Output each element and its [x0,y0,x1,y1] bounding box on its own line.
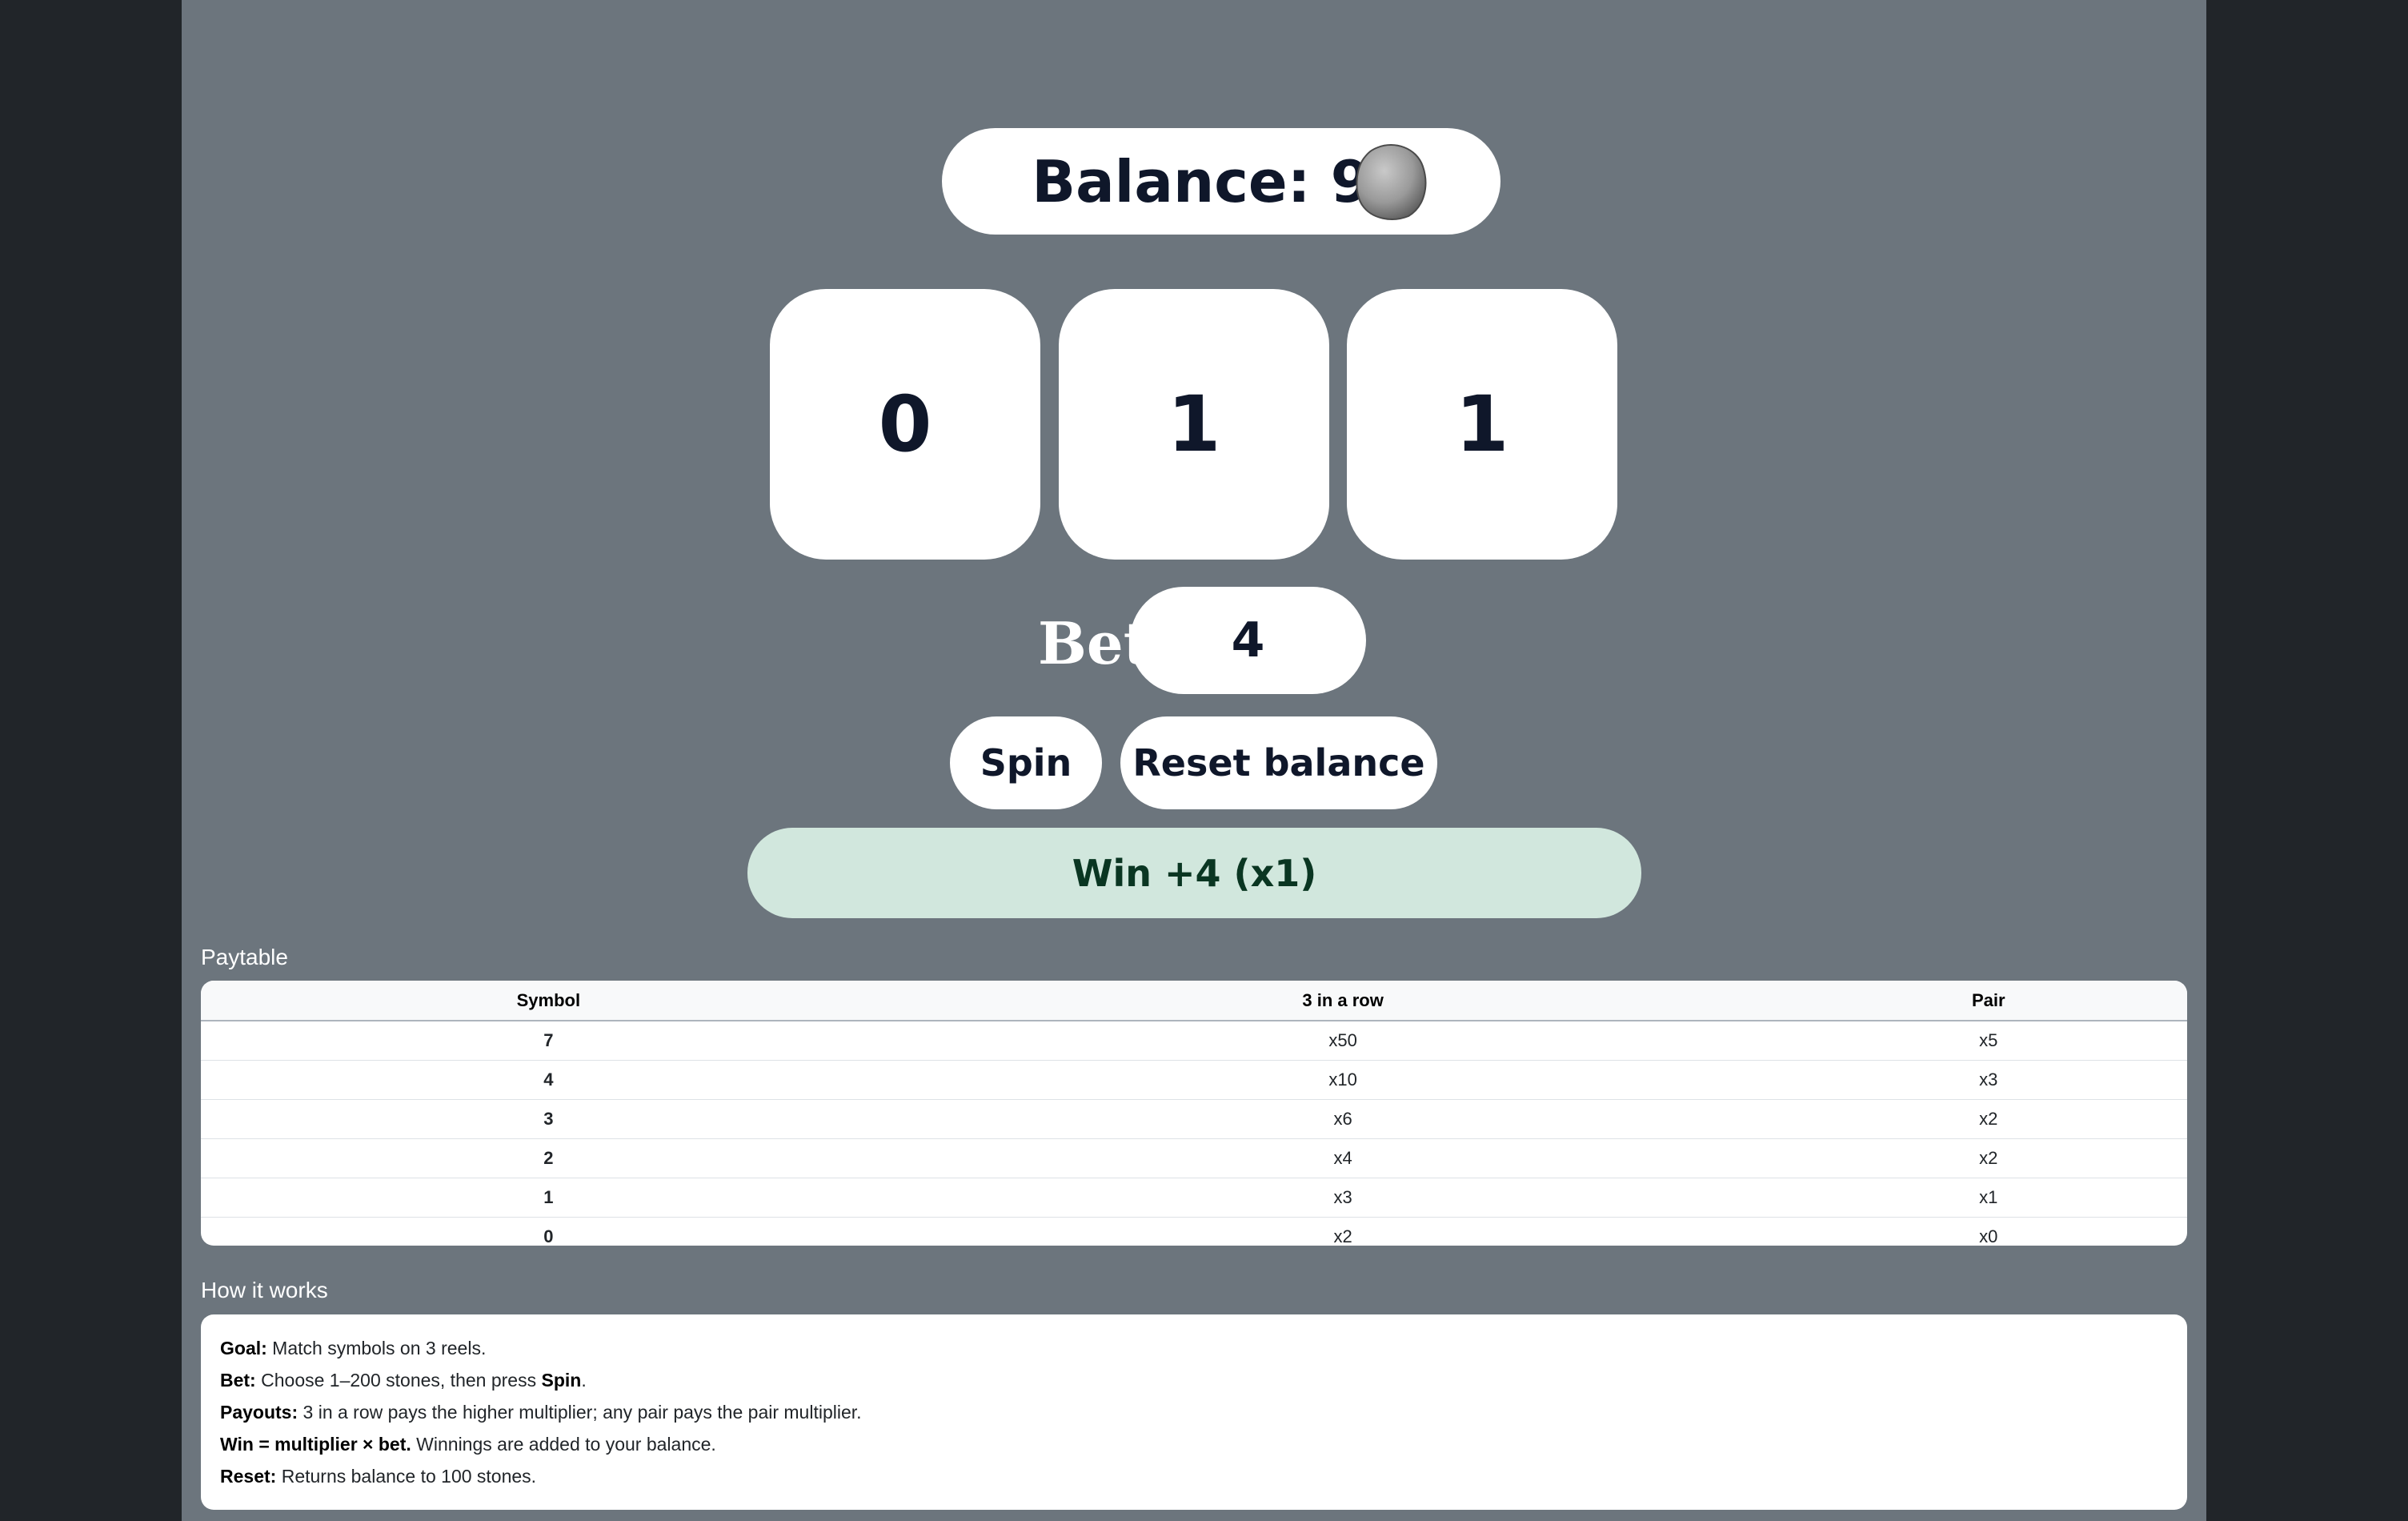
pair-cell: x0 [1979,1226,1998,1246]
how-label: Bet: [220,1370,256,1391]
symbol-cell: 7 [201,1021,896,1061]
how-text: Winnings are added to your balance. [411,1434,716,1455]
table-row: 2 x4 x2 [201,1138,2187,1178]
three-in-a-row-cell: x2 [1333,1226,1352,1246]
reel-1: 0 [770,289,1040,560]
paytable-title: Paytable [201,945,288,969]
pair-cell: x5 [1789,1021,2187,1061]
table-row: 0 x2 x0 [201,1218,2187,1246]
game-panel: Balance: 95 0 1 1 Bet Spin Reset balance… [182,0,2206,1521]
how-line-win: Win = multiplier × bet. Winnings are add… [220,1428,2168,1460]
how-label: Goal: [220,1338,267,1358]
three-in-a-row-cell: x6 [895,1099,1790,1139]
how-text: Match symbols on 3 reels. [266,1338,487,1358]
symbol-cell: 1 [201,1178,896,1218]
symbol-cell: 0 [543,1226,554,1246]
paytable: Symbol 3 in a row Pair 7 x50 x5 4 x10 x3… [201,981,2187,1246]
table-row: 1 x3 x1 [201,1178,2187,1218]
how-text: 3 in a row pays the higher multiplier; a… [298,1402,862,1423]
how-line-bet: Bet: Choose 1–200 stones, then press Spi… [220,1364,2168,1396]
reel-2: 1 [1059,289,1329,560]
three-in-a-row-cell: x4 [895,1138,1790,1178]
how-it-works-title: How it works [201,1278,328,1302]
how-label: Payouts: [220,1402,298,1423]
how-line-reset: Reset: Returns balance to 100 stones. [220,1460,2168,1492]
table-row: 3 x6 x2 [201,1099,2187,1139]
result-banner: Win +4 (x1) [747,828,1641,918]
how-strong: Spin [541,1370,582,1391]
header-pair: Pair [1789,981,2187,1021]
three-in-a-row-cell: x50 [895,1021,1790,1061]
table-row: 7 x50 x5 [201,1021,2187,1061]
pair-cell: x2 [1789,1138,2187,1178]
how-line-payouts: Payouts: 3 in a row pays the higher mult… [220,1396,2168,1428]
how-text: Returns balance to 100 stones. [276,1466,537,1487]
three-in-a-row-cell: x10 [895,1060,1790,1100]
pair-cell: x3 [1789,1060,2187,1100]
how-it-works-card: Goal: Match symbols on 3 reels. Bet: Cho… [201,1314,2187,1510]
how-label: Win = multiplier × bet. [220,1434,411,1455]
three-in-a-row-cell: x3 [895,1178,1790,1218]
symbol-cell: 4 [201,1060,896,1100]
symbol-cell: 2 [201,1138,896,1178]
how-text-after: . [581,1370,587,1391]
how-text: Choose 1–200 stones, then press [255,1370,542,1391]
pair-cell: x1 [1789,1178,2187,1218]
reset-balance-button[interactable]: Reset balance [1120,716,1437,809]
how-label: Reset: [220,1466,277,1487]
spin-button[interactable]: Spin [950,716,1102,809]
header-symbol: Symbol [201,981,896,1021]
paytable-table: Symbol 3 in a row Pair 7 x50 x5 4 x10 x3… [201,981,2187,1246]
pair-cell: x2 [1789,1099,2187,1139]
how-line-goal: Goal: Match symbols on 3 reels. [220,1332,2168,1364]
reel-3: 1 [1347,289,1617,560]
table-header-row: Symbol 3 in a row Pair [201,981,2187,1021]
symbol-cell: 3 [201,1099,896,1139]
header-three-in-a-row: 3 in a row [895,981,1790,1021]
bet-input[interactable] [1130,587,1366,694]
table-row: 4 x10 x3 [201,1060,2187,1100]
stone-icon [1354,142,1428,221]
